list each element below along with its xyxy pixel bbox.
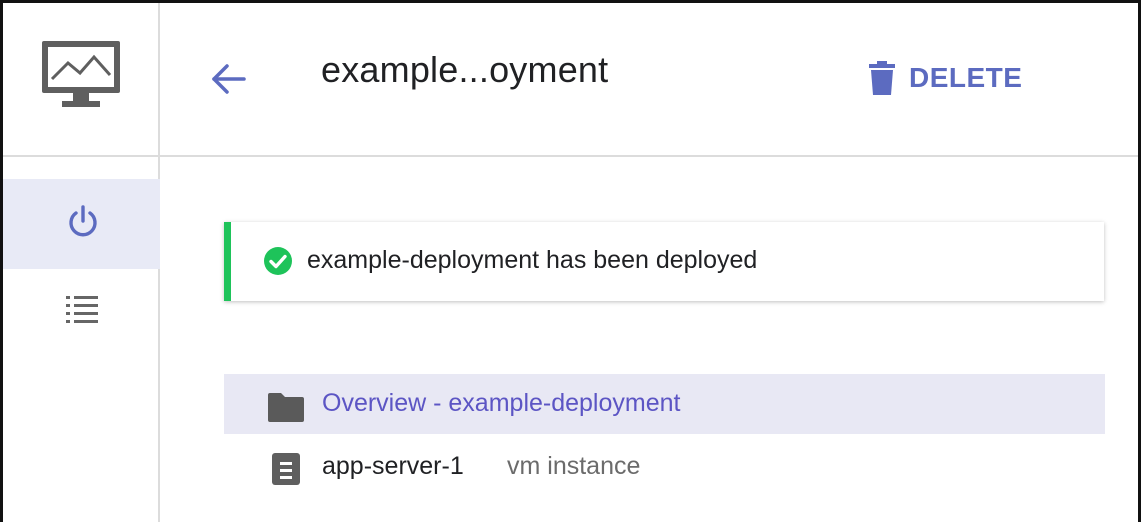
tree-item-overview[interactable]: Overview - example-deployment <box>224 374 1105 434</box>
back-button[interactable] <box>208 59 248 99</box>
check-circle-icon <box>264 247 292 275</box>
delete-button[interactable]: DELETE <box>869 58 1022 98</box>
tree-item-app-server-1[interactable]: app-server-1 vm instance <box>224 436 1105 496</box>
server-icon <box>272 453 300 485</box>
page-title: example...oyment <box>321 49 609 90</box>
left-rail <box>3 3 160 522</box>
delete-label: DELETE <box>909 62 1023 93</box>
page-header: example...oyment DELETE <box>160 3 1138 157</box>
rail-item-deployments[interactable] <box>3 179 160 269</box>
app-logo <box>3 3 160 157</box>
monitor-chart-icon <box>42 41 120 107</box>
power-icon <box>69 205 97 237</box>
app-window: example...oyment DELETE example-deployme… <box>0 0 1141 522</box>
success-notification: example-deployment has been deployed <box>224 222 1104 301</box>
trash-icon <box>869 61 895 95</box>
folder-icon <box>268 393 304 422</box>
notification-message: example-deployment has been deployed <box>307 246 758 274</box>
overview-label: Overview - example-deployment <box>322 389 681 417</box>
resource-name: app-server-1 <box>322 452 464 480</box>
list-icon <box>66 296 98 323</box>
rail-item-list[interactable] <box>3 271 160 341</box>
resource-type: vm instance <box>507 452 641 480</box>
arrow-back-icon <box>212 64 246 94</box>
